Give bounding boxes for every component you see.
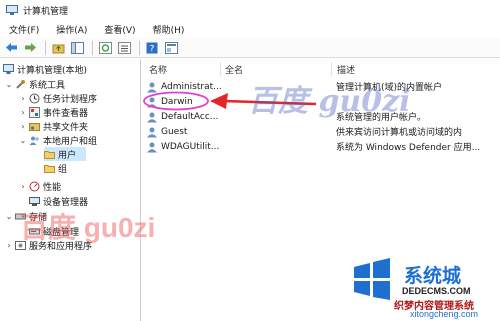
arrow-left-icon — [210, 93, 228, 109]
watermark-top: 百度 gu0zi — [248, 84, 411, 119]
watermark-bottom: 百度 gu0zi — [20, 212, 156, 243]
windows-logo-icon — [354, 258, 390, 300]
site-logo: 系统城 DEDECMS.COM 织梦内容管理系统 xitongcheng.com — [350, 255, 500, 321]
logo-brand: 系统城 — [404, 266, 462, 287]
logo-site: DEDECMS.COM — [402, 286, 471, 296]
logo-url: xitongcheng.com — [410, 309, 479, 319]
highlight-circle — [143, 91, 209, 111]
